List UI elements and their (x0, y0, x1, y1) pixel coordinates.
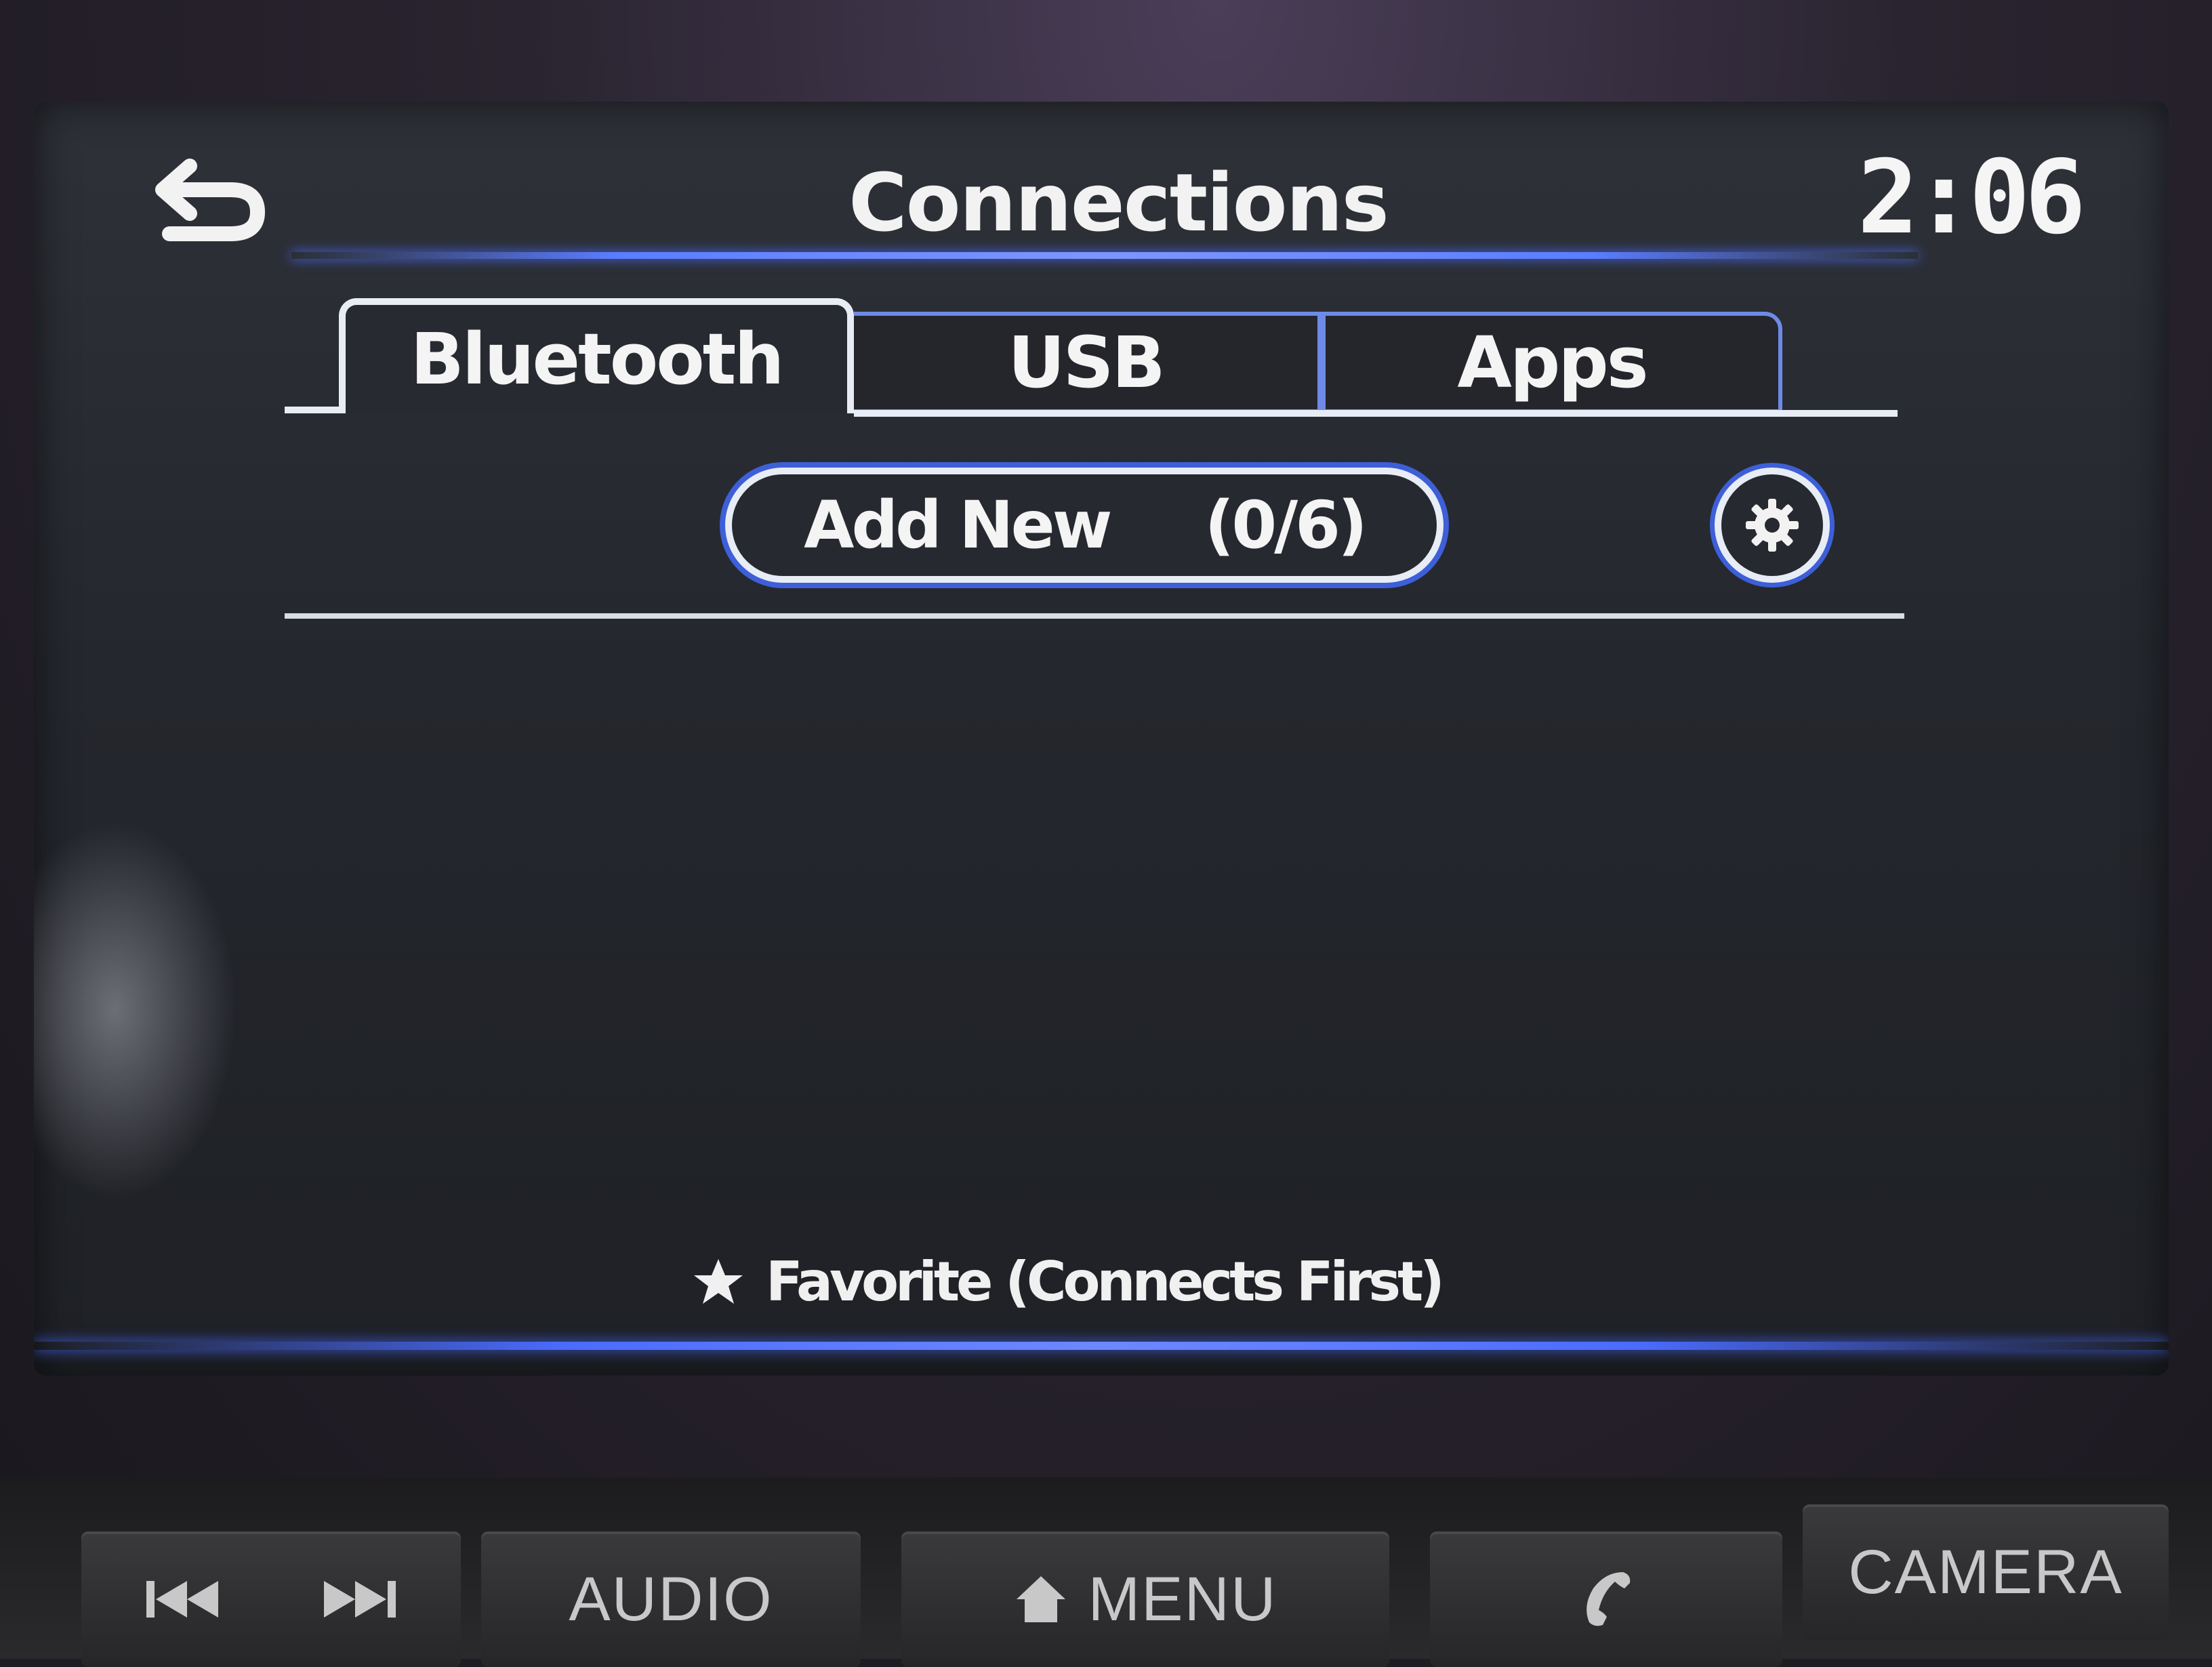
bluetooth-settings-button[interactable] (1715, 468, 1830, 583)
screen-glare (34, 820, 237, 1199)
favorite-hint: Favorite (Connects First) (691, 1250, 1445, 1313)
skip-previous-icon[interactable] (142, 1576, 230, 1623)
tab-foot-line (285, 407, 346, 413)
back-arrow-icon (155, 159, 266, 241)
tab-label: Apps (1457, 321, 1648, 404)
device-count: (0/6) (1204, 487, 1367, 563)
clock: 2:06 (1857, 139, 2086, 257)
tab-bluetooth[interactable]: Bluetooth (339, 298, 854, 413)
add-new-device-button[interactable]: Add New (0/6) (725, 468, 1443, 583)
tab-usb[interactable]: USB (854, 312, 1322, 413)
device-list (285, 623, 1904, 1301)
tab-label: Bluetooth (410, 318, 785, 400)
favorite-hint-text: Favorite (Connects First) (766, 1250, 1445, 1313)
track-buttons[interactable] (81, 1531, 461, 1667)
camera-button[interactable]: CAMERA (1803, 1504, 2169, 1640)
phone-icon (1586, 1572, 1631, 1626)
phone-button[interactable] (1430, 1531, 1782, 1667)
menu-button[interactable]: MENU (901, 1531, 1389, 1667)
skip-next-icon[interactable] (312, 1576, 400, 1623)
connection-tabs: Bluetooth USB Apps (285, 298, 1898, 427)
page-title: Connections (848, 156, 1389, 249)
list-divider (285, 613, 1904, 619)
device-bezel: Connections 2:06 Bluetooth USB Apps Add … (0, 0, 2212, 1667)
audio-button-label: AUDIO (569, 1564, 773, 1634)
home-icon (1016, 1576, 1065, 1622)
tab-label: USB (1008, 321, 1166, 404)
back-button[interactable] (142, 142, 278, 258)
tab-baseline (854, 410, 1898, 417)
tab-apps[interactable]: Apps (1322, 312, 1782, 413)
star-icon (694, 1258, 743, 1304)
infotainment-screen: Connections 2:06 Bluetooth USB Apps Add … (34, 102, 2169, 1376)
footer-divider (34, 1342, 2169, 1350)
audio-button[interactable]: AUDIO (481, 1531, 861, 1667)
menu-button-label: MENU (1088, 1564, 1277, 1634)
camera-button-label: CAMERA (1848, 1537, 2123, 1607)
title-divider (291, 252, 1918, 259)
gear-icon (1746, 499, 1799, 552)
add-new-label: Add New (804, 487, 1112, 563)
hardware-button-panel: AUDIO MENU CAMERA (0, 1477, 2212, 1667)
